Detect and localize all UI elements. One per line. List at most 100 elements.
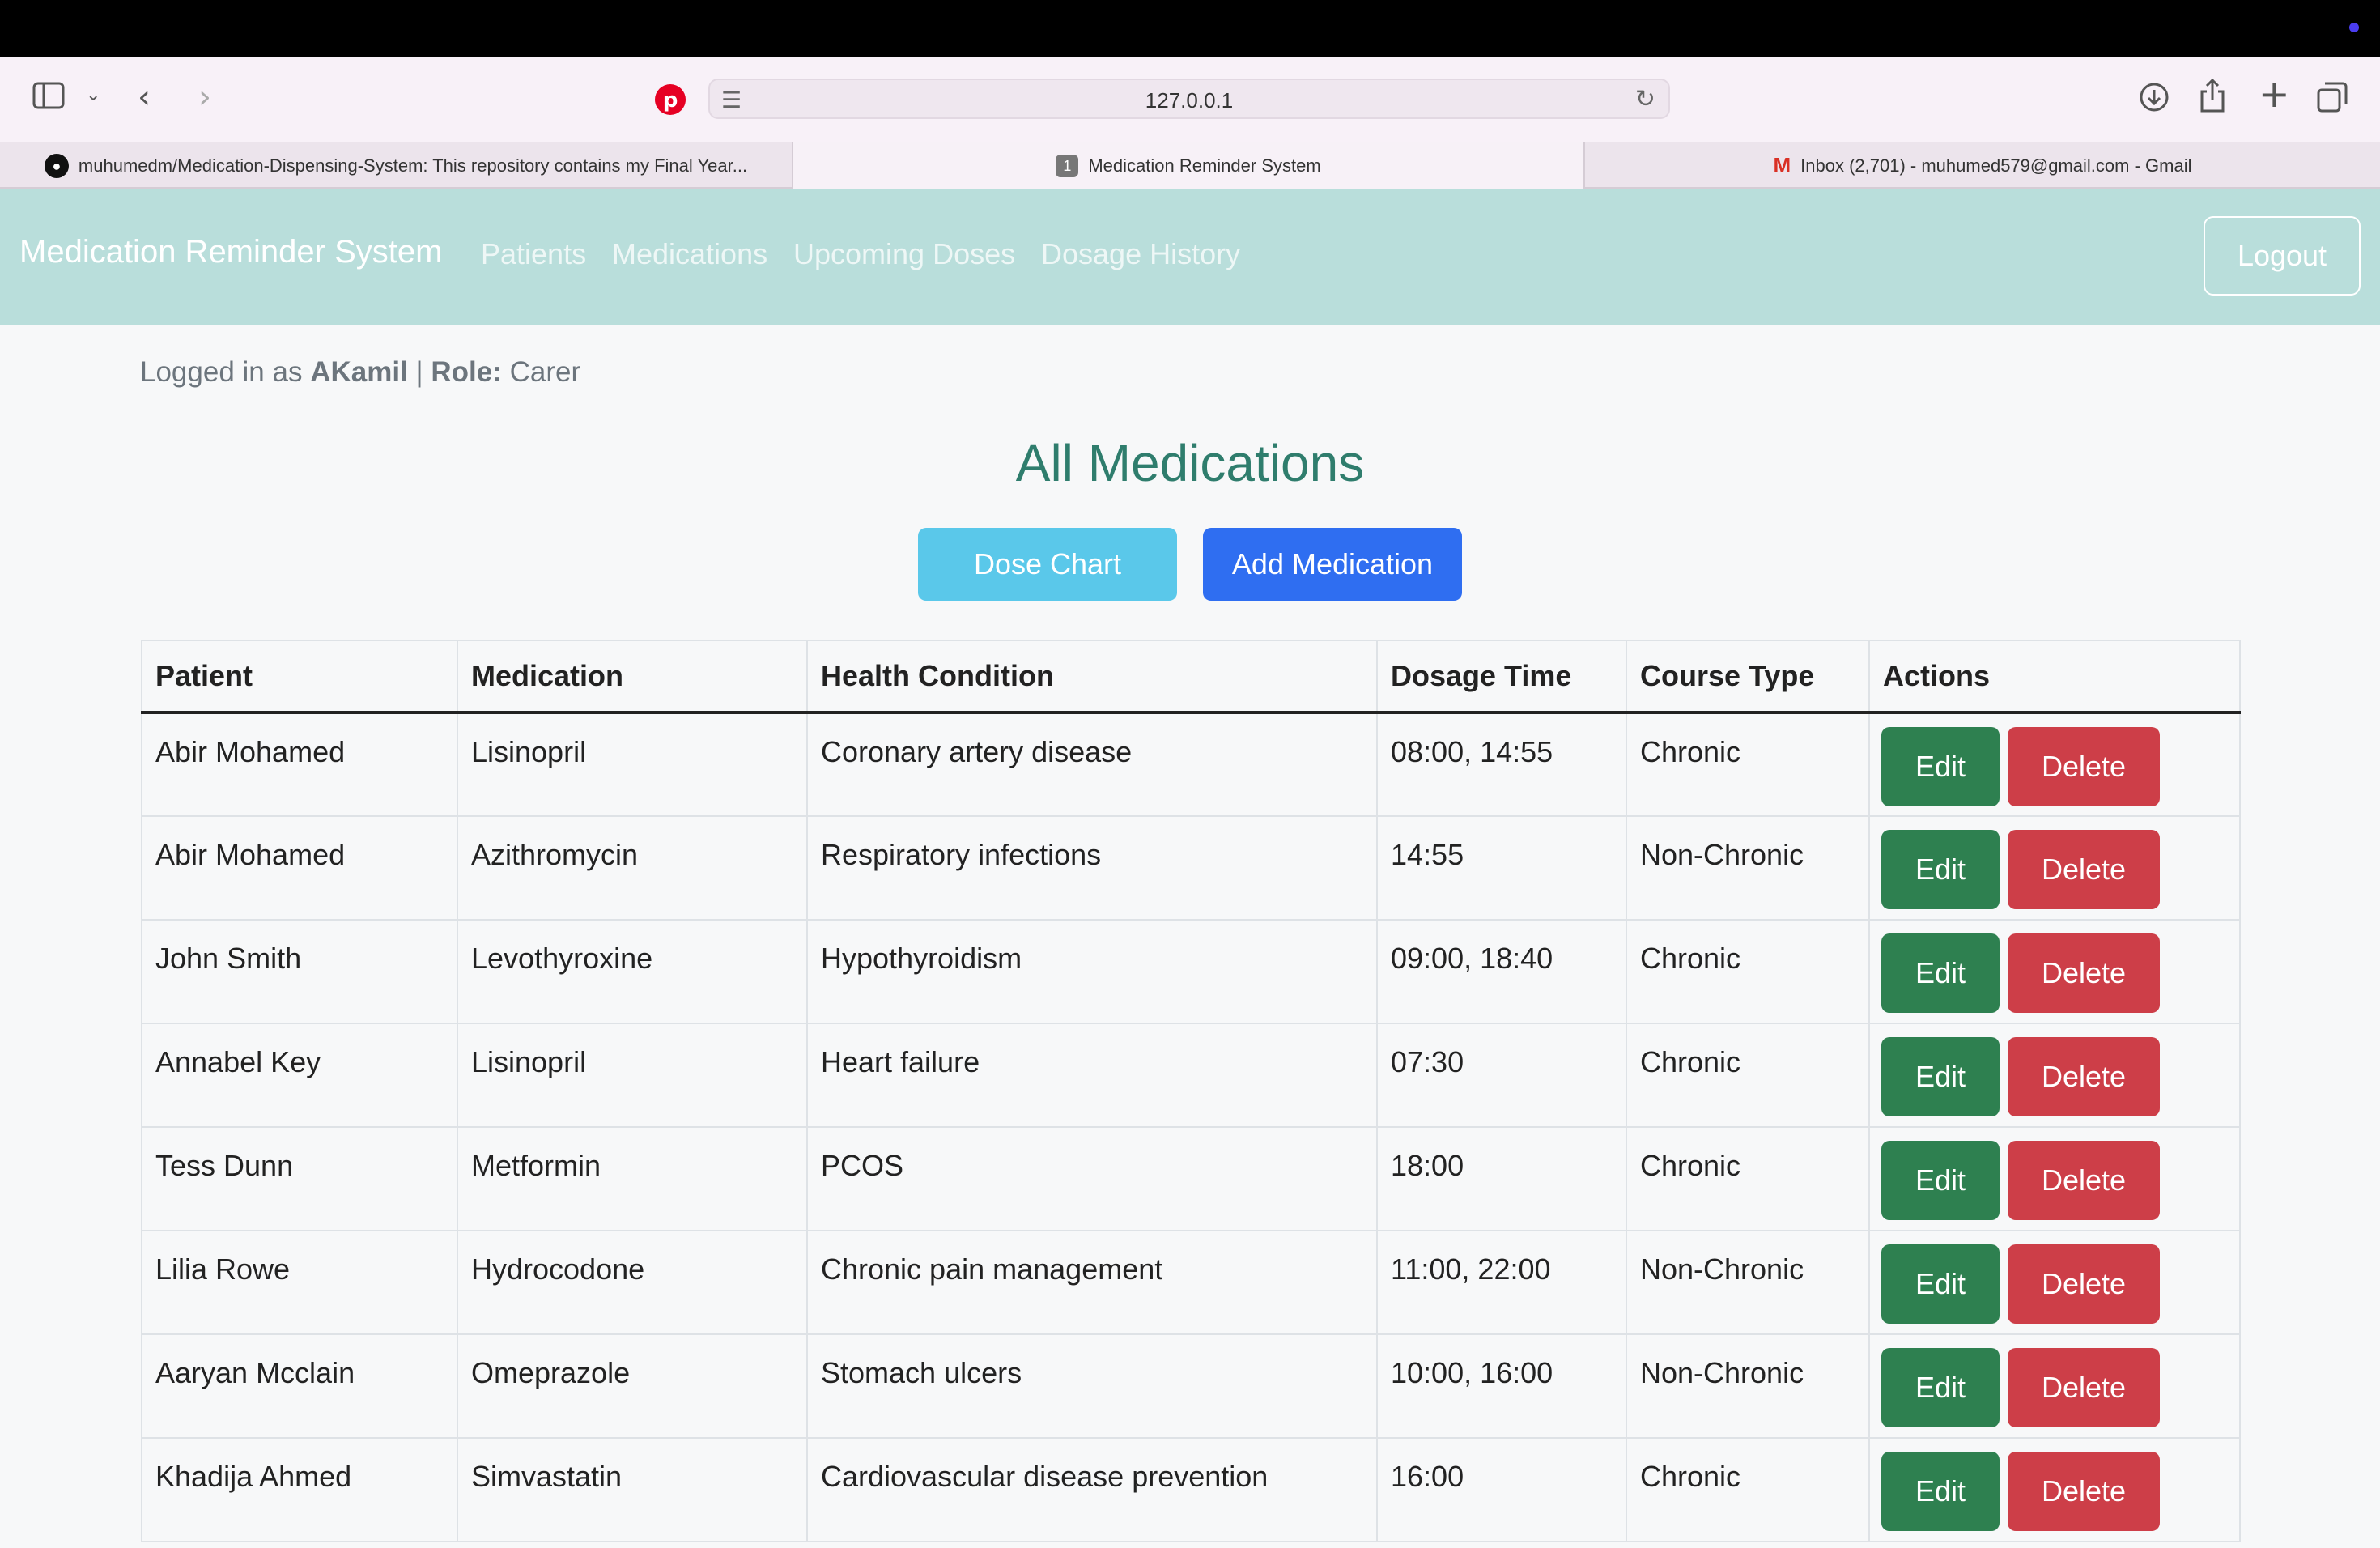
tab-overview-icon[interactable] xyxy=(2317,82,2348,116)
edit-button[interactable]: Edit xyxy=(1881,1141,2000,1220)
logged-in-prefix: Logged in as xyxy=(140,356,303,388)
course-type-cell: Chronic xyxy=(1626,919,1870,1024)
delete-button[interactable]: Delete xyxy=(2008,830,2160,909)
patient-cell: John Smith xyxy=(141,919,458,1024)
condition-cell: Respiratory infections xyxy=(806,815,1378,921)
reload-icon[interactable]: ↻ xyxy=(1635,85,1655,113)
tab-medication-reminder[interactable]: 1 Medication Reminder System xyxy=(793,142,1585,189)
nav-dosage-history[interactable]: Dosage History xyxy=(1041,237,1240,271)
condition-cell: PCOS xyxy=(806,1126,1378,1231)
patient-cell: Khadija Ahmed xyxy=(141,1437,458,1542)
course-type-cell: Chronic xyxy=(1626,1126,1870,1231)
indicator-dot xyxy=(2349,23,2359,32)
svg-text:p: p xyxy=(663,88,678,113)
medication-cell: Lisinopril xyxy=(457,712,808,817)
brand-link[interactable]: Medication Reminder System xyxy=(19,234,442,270)
forward-icon[interactable]: › xyxy=(198,79,211,116)
medication-cell: Levothyroxine xyxy=(457,919,808,1024)
tab-label: Medication Reminder System xyxy=(1088,155,1321,176)
tab-github[interactable]: ● muhumedm/Medication-Dispensing-System:… xyxy=(0,142,793,189)
dosage-time-cell: 18:00 xyxy=(1376,1126,1627,1231)
edit-button[interactable]: Edit xyxy=(1881,1244,2000,1324)
address-bar[interactable]: ☰ 127.0.0.1 ↻ xyxy=(708,79,1670,119)
actions-cell: Edit Delete xyxy=(1868,1126,2241,1231)
edit-button[interactable]: Edit xyxy=(1881,830,2000,909)
dosage-time-cell: 08:00, 14:55 xyxy=(1376,712,1627,817)
actions-cell: Edit Delete xyxy=(1868,1437,2241,1542)
tab-label: muhumedm/Medication-Dispensing-System: T… xyxy=(78,155,748,176)
table-row: Annabel Key Lisinopril Heart failure 07:30 C… xyxy=(141,1023,2241,1128)
actions-cell: Edit Delete xyxy=(1868,1230,2241,1335)
delete-button[interactable]: Delete xyxy=(2008,1452,2160,1531)
medications-table: Patient Medication Health Condition Dosa… xyxy=(141,640,2241,1542)
share-icon[interactable] xyxy=(2199,78,2226,116)
logout-button[interactable]: Logout xyxy=(2204,216,2361,296)
edit-button[interactable]: Edit xyxy=(1881,1037,2000,1116)
course-type-cell: Chronic xyxy=(1626,1023,1870,1128)
patient-cell: Annabel Key xyxy=(141,1023,458,1128)
delete-button[interactable]: Delete xyxy=(2008,727,2160,806)
header-medication: Medication xyxy=(457,640,808,714)
dosage-time-cell: 14:55 xyxy=(1376,815,1627,921)
tab-gmail[interactable]: M Inbox (2,701) - muhumed579@gmail.com -… xyxy=(1585,142,2380,189)
condition-cell: Heart failure xyxy=(806,1023,1378,1128)
page-title: All Medications xyxy=(1015,434,1365,492)
dosage-time-cell: 07:30 xyxy=(1376,1023,1627,1128)
dose-chart-button[interactable]: Dose Chart xyxy=(918,528,1177,601)
logged-in-info: Logged in as AKamil | Role: Carer xyxy=(140,356,580,389)
actions-cell: Edit Delete xyxy=(1868,712,2241,817)
patient-cell: Abir Mohamed xyxy=(141,712,458,817)
course-type-cell: Non-Chronic xyxy=(1626,1333,1870,1439)
course-type-cell: Non-Chronic xyxy=(1626,1230,1870,1335)
role-value: Carer xyxy=(509,356,581,388)
course-type-cell: Chronic xyxy=(1626,712,1870,817)
delete-button[interactable]: Delete xyxy=(2008,1348,2160,1427)
new-tab-icon[interactable]: + xyxy=(2259,72,2290,116)
condition-cell: Chronic pain management xyxy=(806,1230,1378,1335)
role-label: Role: xyxy=(431,356,502,388)
patient-cell: Lilia Rowe xyxy=(141,1230,458,1335)
table-row: Abir Mohamed Azithromycin Respiratory infe… xyxy=(141,815,2241,921)
table-row: Abir Mohamed Lisinopril Coronary artery di… xyxy=(141,712,2241,817)
chevron-down-icon[interactable]: ⌄ xyxy=(86,85,100,105)
table-row: Aaryan Mcclain Omeprazole Stomach ulcers 10… xyxy=(141,1333,2241,1439)
edit-button[interactable]: Edit xyxy=(1881,1348,2000,1427)
tab-label: Inbox (2,701) - muhumed579@gmail.com - G… xyxy=(1800,155,2192,176)
condition-cell: Cardiovascular disease prevention xyxy=(806,1437,1378,1542)
github-icon: ● xyxy=(44,153,69,178)
nav-upcoming-doses[interactable]: Upcoming Doses xyxy=(793,237,1015,271)
delete-button[interactable]: Delete xyxy=(2008,1141,2160,1220)
actions-cell: Edit Delete xyxy=(1868,1023,2241,1128)
sidebar-icon[interactable] xyxy=(32,82,65,113)
condition-cell: Hypothyroidism xyxy=(806,919,1378,1024)
patient-cell: Tess Dunn xyxy=(141,1126,458,1231)
back-icon[interactable]: ‹ xyxy=(138,79,151,116)
header-health-condition: Health Condition xyxy=(806,640,1378,714)
medication-cell: Metformin xyxy=(457,1126,808,1231)
add-medication-button[interactable]: Add Medication xyxy=(1203,528,1462,601)
patient-cell: Aaryan Mcclain xyxy=(141,1333,458,1439)
browser-toolbar: ⌄ ‹ › p ☰ 127.0.0.1 ↻ + xyxy=(0,57,2380,142)
separator: | xyxy=(415,356,423,388)
delete-button[interactable]: Delete xyxy=(2008,1037,2160,1116)
username: AKamil xyxy=(310,356,408,388)
header-course-type: Course Type xyxy=(1626,640,1870,714)
table-row: Khadija Ahmed Simvastatin Cardiovascular d… xyxy=(141,1437,2241,1542)
edit-button[interactable]: Edit xyxy=(1881,1452,2000,1531)
edit-button[interactable]: Edit xyxy=(1881,727,2000,806)
table-header-row: Patient Medication Health Condition Dosa… xyxy=(141,640,2241,714)
download-icon[interactable] xyxy=(2139,82,2170,116)
nav-medications[interactable]: Medications xyxy=(612,237,767,271)
system-top-bar xyxy=(0,0,2380,57)
dosage-time-cell: 09:00, 18:40 xyxy=(1376,919,1627,1024)
tab-bar: ● muhumedm/Medication-Dispensing-System:… xyxy=(0,142,2380,189)
tab-number-icon: 1 xyxy=(1056,154,1079,177)
edit-button[interactable]: Edit xyxy=(1881,933,2000,1013)
table-row: Tess Dunn Metformin PCOS 18:00 Chronic Edit De… xyxy=(141,1126,2241,1231)
actions-cell: Edit Delete xyxy=(1868,815,2241,921)
pinterest-icon[interactable]: p xyxy=(654,83,686,119)
nav-patients[interactable]: Patients xyxy=(481,237,586,271)
delete-button[interactable]: Delete xyxy=(2008,933,2160,1013)
header-dosage-time: Dosage Time xyxy=(1376,640,1627,714)
delete-button[interactable]: Delete xyxy=(2008,1244,2160,1324)
